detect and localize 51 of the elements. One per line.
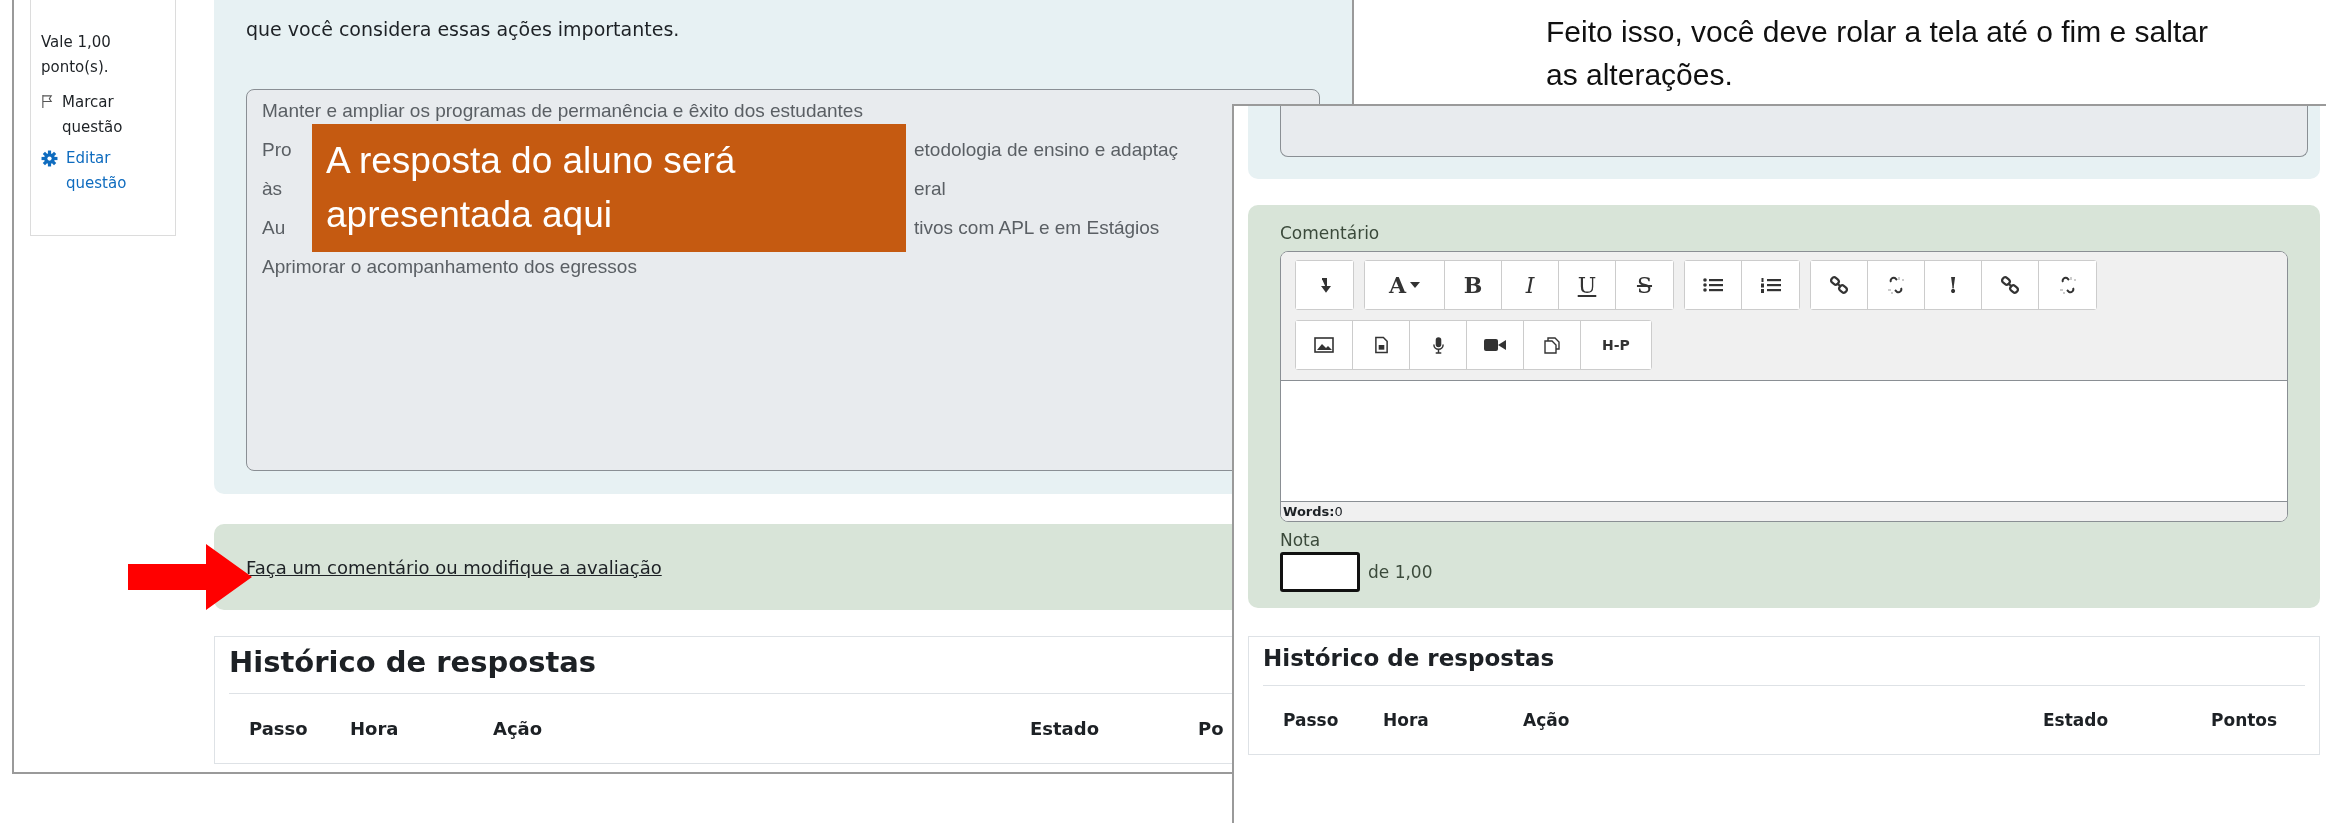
down-arrow-icon [1318,277,1331,293]
text-editor[interactable]: A B I U S ! H-P Words:0 [1280,251,2288,522]
history-title: Histórico de respostas [1263,645,2305,686]
column-header: Po [1198,718,1225,739]
edit-question-link[interactable]: Editar questão [66,146,165,196]
link-icon [2001,276,2019,294]
toolbar-button[interactable]: A [1365,261,1445,309]
column-header: Passo [1283,710,1340,730]
answer-line: etodologia de ensino e adaptaç [914,138,1179,161]
answer-line: Au [262,216,286,239]
column-header: Hora [350,718,400,739]
grade-input[interactable] [1280,552,1360,592]
column-header: Estado [1030,718,1100,739]
answer-line: Aprimorar o acompanhamento dos egressos [262,255,637,278]
unlink-icon [1887,276,1905,294]
column-header: Hora [1383,710,1430,730]
link-icon [1830,276,1848,294]
instruction-text: Feito isso, você deve rolar a tela até o fim e saltar as alterações. [1546,14,2209,93]
toolbar-button[interactable] [1296,321,1353,369]
answer-line: Pro [262,138,292,161]
answer-line: às [262,177,283,200]
grade-max: de 1,00 [1368,562,1433,582]
column-header: Pontos [2211,710,2279,730]
toolbar-button[interactable] [1296,261,1353,309]
copy-icon [1543,336,1561,354]
bullet-list-icon [1703,277,1723,293]
grade-info: Vale 1,00 ponto(s). [41,32,112,78]
microphone-icon [1431,335,1445,355]
flag-icon [41,94,54,109]
answer-line: Manter e ampliar os programas de permanência e êxito dos estudantes [262,99,863,122]
flag-question-link[interactable]: Marcar questão [62,90,165,140]
question-text: que você considera essas ações importantes. [246,18,681,40]
answer-textarea[interactable] [1280,106,2308,157]
toolbar-button[interactable] [1685,261,1742,309]
grade-label: Nota [1280,530,1322,550]
unlink-icon [2058,276,2077,294]
answer-line: tivos com APL e em Estágios [914,216,1160,239]
answer-line: eral [914,177,946,200]
file-icon [1373,336,1389,354]
column-header: Ação [1523,710,1571,730]
comment-link[interactable]: Faça um comentário ou modifique a avaliação [246,556,662,578]
video-camera-icon [1484,338,1506,352]
gear-icon [41,150,58,167]
callout-label: A resposta do aluno será apresentada aqui [312,124,906,252]
column-header: Passo [249,718,309,739]
column-header: Estado [2043,710,2110,730]
image-icon [1314,337,1334,353]
toolbar-button[interactable] [1811,261,1868,309]
numbered-list-icon [1760,277,1781,293]
column-header: Ação [493,718,544,739]
word-count: Words:0 [1281,502,2287,521]
